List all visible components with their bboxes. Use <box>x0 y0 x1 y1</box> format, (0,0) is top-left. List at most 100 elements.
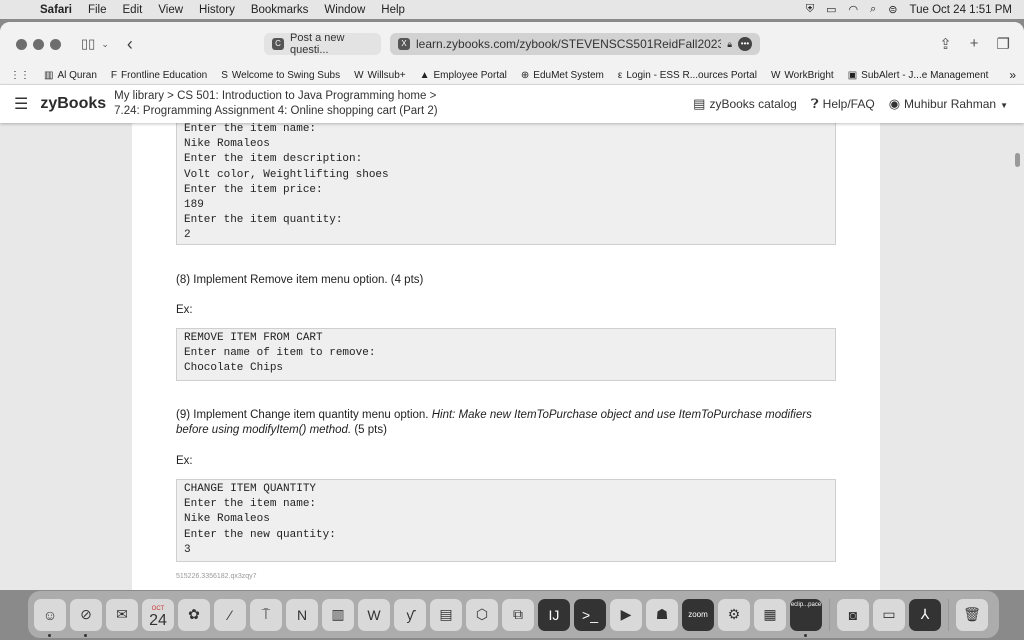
eclipse-icon[interactable]: eclip...pace <box>790 598 822 637</box>
bookmark-item[interactable]: ε Login - ESS R...ources Portal <box>618 70 757 81</box>
preview-icon[interactable]: ▶ <box>610 598 642 631</box>
frame-icon[interactable]: ⧉ <box>502 598 534 631</box>
sidebar-icon[interactable]: ▯▯ <box>81 36 95 52</box>
tab-zybooks[interactable]: X learn.zybooks.com/zybook/STEVENSCS501R… <box>390 33 760 55</box>
help-link[interactable]: ❓︎ Help/FAQ <box>811 96 875 112</box>
news-icon[interactable]: N <box>286 598 318 631</box>
bookmark-item[interactable]: W Willsub+ <box>354 70 406 81</box>
breadcrumb-line-1[interactable]: My library > CS 501: Introduction to Jav… <box>114 89 437 104</box>
library-icon: ▤ <box>693 96 706 111</box>
mail-icon[interactable]: ✉ <box>106 598 138 631</box>
calendar-day: 24 <box>149 611 167 629</box>
zoom-icon[interactable]: zoom <box>682 598 714 631</box>
instruction-remove-item: (8) Implement Remove item menu option. (… <box>176 274 424 286</box>
document-icon[interactable]: ▭ <box>873 598 905 631</box>
hamburger-menu-icon[interactable]: ☰ <box>14 94 28 114</box>
dock: ☺ ⊘ ✉ OCT 24 ✿ ⁄ ⍑ N ▥ W ƴ ▤ ⬡ ⧉ IJ >_ ▶ … <box>28 591 999 638</box>
launchpad-icon[interactable]: ▦ <box>754 598 786 631</box>
pencil-icon[interactable]: ⁄ <box>214 598 246 631</box>
bookmark-item[interactable]: ▣ SubAlert - J...e Management <box>848 70 989 81</box>
bookmark-label: WorkBright <box>784 69 834 81</box>
ess-icon: ε <box>617 69 623 81</box>
more-icon[interactable]: ••• <box>738 37 752 51</box>
zybooks-logo[interactable]: zyBooks <box>40 95 106 113</box>
menu-bar: Safari File Edit View History Bookmarks … <box>0 0 1024 19</box>
code-example-remove-item: REMOVE ITEM FROM CART Enter name of item… <box>176 328 836 381</box>
dock-separator <box>829 598 830 631</box>
bookmark-item[interactable]: F Frontline Education <box>111 70 207 81</box>
safari-icon[interactable]: ⊘ <box>70 598 102 637</box>
user-name: Muhibur Rahman <box>904 97 997 111</box>
bookmark-label: Welcome to Swing Subs <box>231 69 341 81</box>
example-label: Ex: <box>176 304 193 316</box>
bookmark-item[interactable]: W WorkBright <box>771 70 834 81</box>
notes-icon[interactable]: ▤ <box>430 598 462 631</box>
zoom-window-button[interactable] <box>50 38 61 50</box>
trash-icon[interactable]: 🗑︎ <box>956 598 988 631</box>
scrollbar[interactable] <box>1015 153 1020 167</box>
url-field[interactable]: learn.zybooks.com/zybook/STEVENSCS501Rei… <box>416 37 721 51</box>
page-body: Enter the item name: Nike Romaleos Enter… <box>132 119 880 590</box>
grid-icon[interactable]: ⋮⋮ <box>10 70 30 81</box>
menu-history[interactable]: History <box>191 4 243 16</box>
tab-chegg[interactable]: C Post a new questi... <box>264 32 381 56</box>
help-icon: ❓︎ <box>810 96 819 111</box>
more-bookmarks-icon[interactable]: » <box>1009 68 1016 82</box>
facetime-icon[interactable]: ◙ <box>837 598 869 631</box>
cube-icon[interactable]: ⬡ <box>466 598 498 631</box>
search-icon[interactable]: ⌕ <box>870 3 876 16</box>
example-label: Ex: <box>176 455 193 467</box>
bookmark-item[interactable]: ⊕ EduMet System <box>521 70 604 81</box>
script-icon[interactable]: ƴ <box>394 598 426 631</box>
menu-window[interactable]: Window <box>316 4 373 16</box>
acrobat-icon[interactable]: ⅄ <box>909 598 941 631</box>
new-tab-icon[interactable]: + <box>970 35 979 53</box>
close-window-button[interactable] <box>16 38 27 50</box>
bookmark-label: Willsub+ <box>367 69 406 81</box>
code-example-change-quantity: CHANGE ITEM QUANTITY Enter the item name… <box>176 479 836 562</box>
menu-app-safari[interactable]: Safari <box>32 4 80 16</box>
workbright-icon: W <box>770 69 781 81</box>
code-example-add-item: Enter the item name: Nike Romaleos Enter… <box>176 119 836 245</box>
breadcrumb: My library > CS 501: Introduction to Jav… <box>114 89 437 119</box>
zybooks-header: ☰ zyBooks My library > CS 501: Introduct… <box>0 85 1024 123</box>
dock-separator <box>948 598 949 631</box>
menu-file[interactable]: File <box>80 4 115 16</box>
installer-icon[interactable]: ⍑ <box>250 598 282 631</box>
menu-view[interactable]: View <box>150 4 191 16</box>
menu-bookmarks[interactable]: Bookmarks <box>243 4 317 16</box>
system-settings-icon[interactable]: ⚙ <box>718 598 750 631</box>
bookmark-item[interactable]: S Welcome to Swing Subs <box>221 70 340 81</box>
minimize-window-button[interactable] <box>33 38 44 50</box>
photos-icon[interactable]: ✿ <box>178 598 210 631</box>
share-icon[interactable]: ⇪ <box>939 35 952 53</box>
bookmark-label: Frontline Education <box>121 69 208 81</box>
chevron-down-icon[interactable]: ⌄ <box>101 39 109 50</box>
bookmarks-bar: ⋮⋮ ▥ Al Quran F Frontline Education S Welco… <box>0 66 1024 85</box>
bookmark-label: SubAlert - J...e Management <box>861 69 989 81</box>
finder-icon[interactable]: ☺ <box>34 598 66 637</box>
book-icon: ▥ <box>44 69 54 81</box>
calendar-icon[interactable]: OCT 24 <box>142 598 174 631</box>
menu-edit[interactable]: Edit <box>115 4 151 16</box>
word-icon[interactable]: W <box>358 598 390 631</box>
intellij-icon[interactable]: IJ <box>538 598 570 631</box>
reader-icon[interactable]: ☗ <box>646 598 678 631</box>
control-center-icon[interactable]: ⊜ <box>888 3 897 16</box>
user-menu[interactable]: ◉ Muhibur Rahman ▼ <box>889 96 1008 112</box>
tab-close-icon[interactable]: X <box>398 38 410 50</box>
menu-help[interactable]: Help <box>373 4 413 16</box>
bookmark-label: Login - ESS R...ources Portal <box>626 69 757 81</box>
bookmark-item[interactable]: ▥ Al Quran <box>44 70 97 81</box>
terminal-icon[interactable]: >_ <box>574 598 606 631</box>
wifi-icon[interactable]: ◠ <box>849 3 859 16</box>
books-icon[interactable]: ▥ <box>322 598 354 631</box>
shield-icon[interactable]: ⛨ <box>806 3 814 16</box>
bookmark-item[interactable]: ▲ Employee Portal <box>420 70 507 81</box>
clock[interactable]: Tue Oct 24 1:51 PM <box>910 4 1012 16</box>
instruction-change-quantity: (9) Implement Change item quantity menu … <box>176 408 836 438</box>
battery-icon[interactable]: ▭ <box>826 3 836 16</box>
catalog-link[interactable]: ▤ zyBooks catalog <box>693 96 797 112</box>
back-button[interactable]: ‹ <box>127 34 133 55</box>
tab-overview-icon[interactable]: ❐ <box>997 35 1010 53</box>
